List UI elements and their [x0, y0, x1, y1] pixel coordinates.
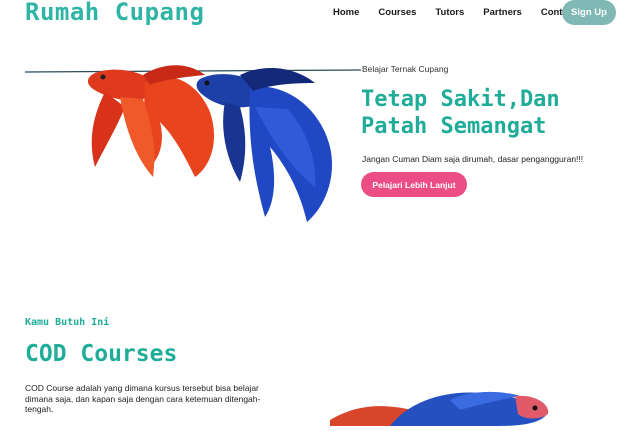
nav-home[interactable]: Home — [333, 7, 359, 18]
courses-description: COD Course adalah yang dimana kursus ter… — [25, 383, 261, 414]
signup-button[interactable]: Sign Up — [562, 0, 616, 25]
nav-courses[interactable]: Courses — [378, 7, 416, 18]
courses-fish-image — [330, 380, 560, 426]
hero-eyebrow: Belajar Ternak Cupang — [362, 64, 449, 74]
courses-title: COD Courses — [25, 341, 178, 367]
hero-tagline: Jangan Cuman Diam saja dirumah, dasar pe… — [362, 154, 584, 164]
hero-headline: Tetap Sakit,Dan Patah Semangat — [361, 87, 560, 139]
betta-fish-illustration-2 — [330, 391, 549, 426]
hero-fish-image — [24, 27, 362, 250]
courses-eyebrow: Kamu Butuh Ini — [25, 317, 110, 328]
site-logo[interactable]: Rumah Cupang — [25, 0, 204, 26]
blue-betta-fish — [196, 68, 333, 223]
nav-partners[interactable]: Partners — [483, 7, 522, 18]
learn-more-button[interactable]: Pelajari Lebih Lanjut — [361, 172, 467, 197]
betta-fish-illustration — [24, 65, 362, 223]
nav-tutors[interactable]: Tutors — [435, 7, 464, 18]
red-betta-fish — [87, 65, 215, 177]
main-nav: Home Courses Tutors Partners Contact — [333, 7, 595, 18]
